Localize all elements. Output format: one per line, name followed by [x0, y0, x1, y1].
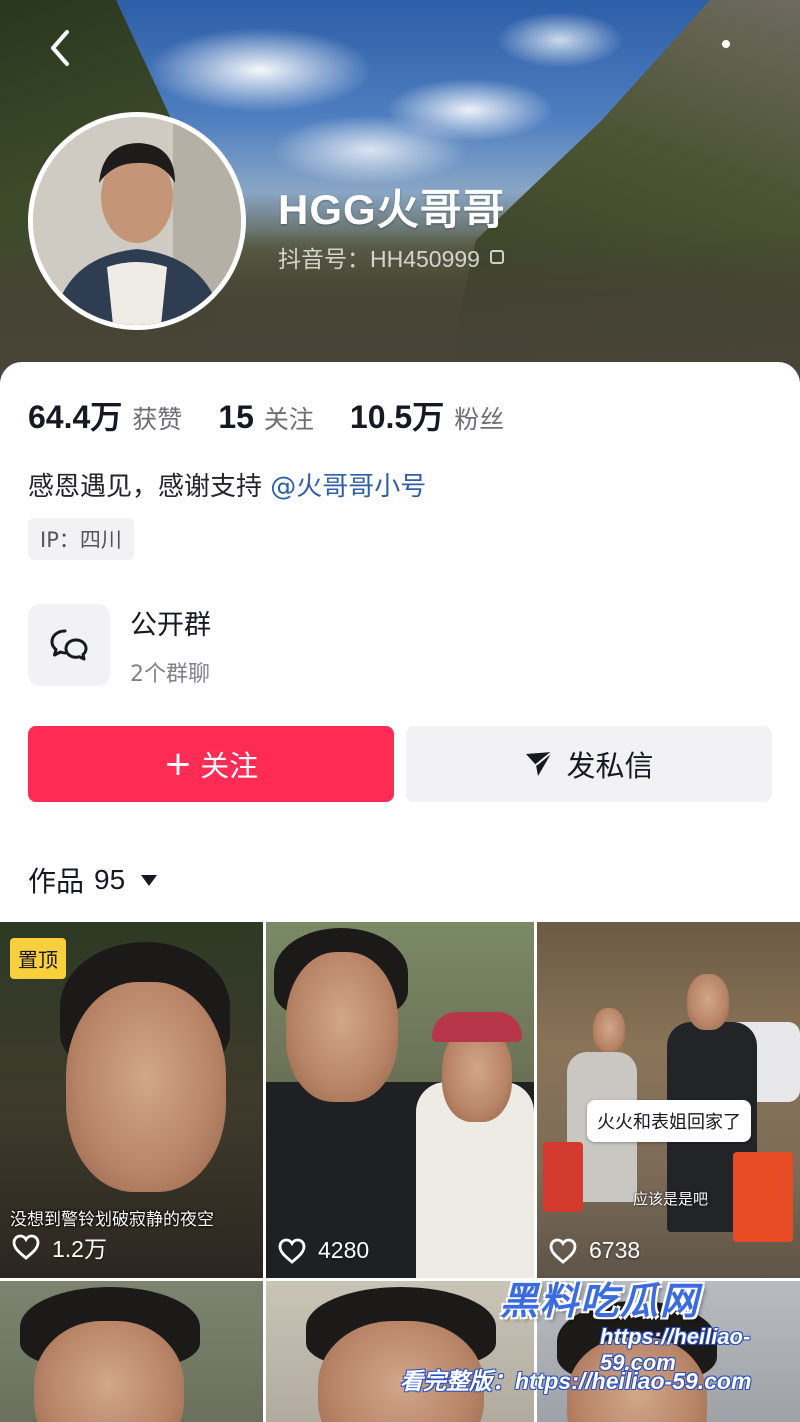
video-likes: 1.2万	[12, 1230, 107, 1264]
video-thumbnail-headband	[432, 1012, 522, 1042]
group-text: 公开群 2个群聊	[130, 603, 211, 688]
works-label: 作品	[28, 865, 85, 898]
caret-down-icon	[141, 874, 158, 886]
copy-icon[interactable]	[489, 250, 504, 264]
video-caption: 没想到警铃划破寂静的夜空	[10, 1210, 214, 1230]
video-tile[interactable]: 置顶 没想到警铃划破寂静的夜空 1.2万	[0, 922, 263, 1278]
heart-icon	[549, 1238, 577, 1264]
video-tile[interactable]: 4280	[266, 922, 534, 1278]
heart-icon	[278, 1238, 306, 1264]
follow-button-label: 关注	[200, 749, 259, 783]
watermark-line: 看完整版：https://heiliao-59.com	[400, 1368, 752, 1394]
send-message-label: 发私信	[566, 749, 654, 783]
profile-card: 64.4万 获赞 15 关注 10.5万 粉丝 感恩遇见，感谢支持 @火哥哥小号…	[0, 362, 800, 1422]
pinned-badge: 置顶	[10, 938, 66, 979]
stat-value: 64.4万	[28, 399, 123, 435]
chevron-left-icon	[51, 30, 69, 66]
stat-label: 粉丝	[454, 405, 505, 434]
video-likes: 6738	[549, 1237, 640, 1264]
works-count: 95	[94, 864, 126, 895]
video-thumbnail-face	[66, 982, 226, 1192]
video-thumbnail-bag-2	[733, 1152, 793, 1242]
douyin-id-text: 抖音号：HH450999	[278, 246, 480, 272]
bio-mention-link[interactable]: @火哥哥小号	[270, 472, 426, 502]
video-likes: 4280	[278, 1237, 369, 1264]
stat-label: 获赞	[132, 405, 183, 434]
video-thumbnail-bag-1	[543, 1142, 583, 1212]
video-thumbnail-face	[34, 1321, 184, 1422]
video-thumbnail-face-2	[593, 1008, 625, 1052]
video-thumbnail-face	[687, 974, 729, 1030]
group-icon-box	[28, 604, 110, 686]
avatar-photo	[33, 117, 241, 325]
douyin-id[interactable]: 抖音号：HH450999	[278, 240, 504, 274]
video-subtitle: 应该是是吧	[633, 1190, 709, 1208]
send-message-button[interactable]: 发私信	[406, 726, 772, 802]
video-tile[interactable]: 火火和表姐回家了 应该是是吧 6738	[537, 922, 800, 1278]
back-button[interactable]	[40, 28, 80, 68]
works-tab[interactable]: 作品 95	[28, 860, 158, 900]
watermark-title: 黑料吃瓜网	[500, 1279, 701, 1323]
likes-count: 6738	[589, 1237, 641, 1263]
follow-button[interactable]: + 关注	[28, 726, 394, 802]
public-group-entry[interactable]: 公开群 2个群聊	[28, 600, 772, 690]
watermark: 黑料吃瓜网 https://heiliao-59.com 看完整版：https:…	[400, 1268, 800, 1422]
plus-icon: +	[163, 744, 193, 784]
stat-value: 15	[218, 399, 254, 435]
stat-label: 关注	[263, 405, 314, 434]
stat-following[interactable]: 15 关注	[218, 399, 314, 436]
ip-location-tag: IP：四川	[28, 518, 134, 560]
bio: 感恩遇见，感谢支持 @火哥哥小号	[28, 466, 426, 503]
group-title: 公开群	[130, 609, 211, 641]
send-arrow-icon	[526, 751, 554, 776]
chat-bubbles-icon	[50, 629, 88, 661]
stat-followers[interactable]: 10.5万 粉丝	[350, 392, 504, 438]
likes-count: 1.2万	[52, 1236, 107, 1262]
video-thumbnail-face	[286, 952, 398, 1102]
more-options-icon[interactable]	[722, 40, 730, 48]
profile-nickname: HGG火哥哥	[278, 186, 506, 233]
video-tile[interactable]	[0, 1281, 263, 1422]
bio-text: 感恩遇见，感谢支持	[28, 472, 263, 502]
stat-likes[interactable]: 64.4万 获赞	[28, 392, 182, 438]
stats-row: 64.4万 获赞 15 关注 10.5万 粉丝	[28, 392, 540, 438]
heart-icon	[12, 1234, 40, 1260]
avatar[interactable]	[28, 112, 246, 330]
video-speech-bubble: 火火和表姐回家了	[587, 1100, 751, 1142]
likes-count: 4280	[318, 1237, 370, 1263]
group-subtitle: 2个群聊	[130, 661, 210, 687]
stat-value: 10.5万	[349, 399, 445, 435]
